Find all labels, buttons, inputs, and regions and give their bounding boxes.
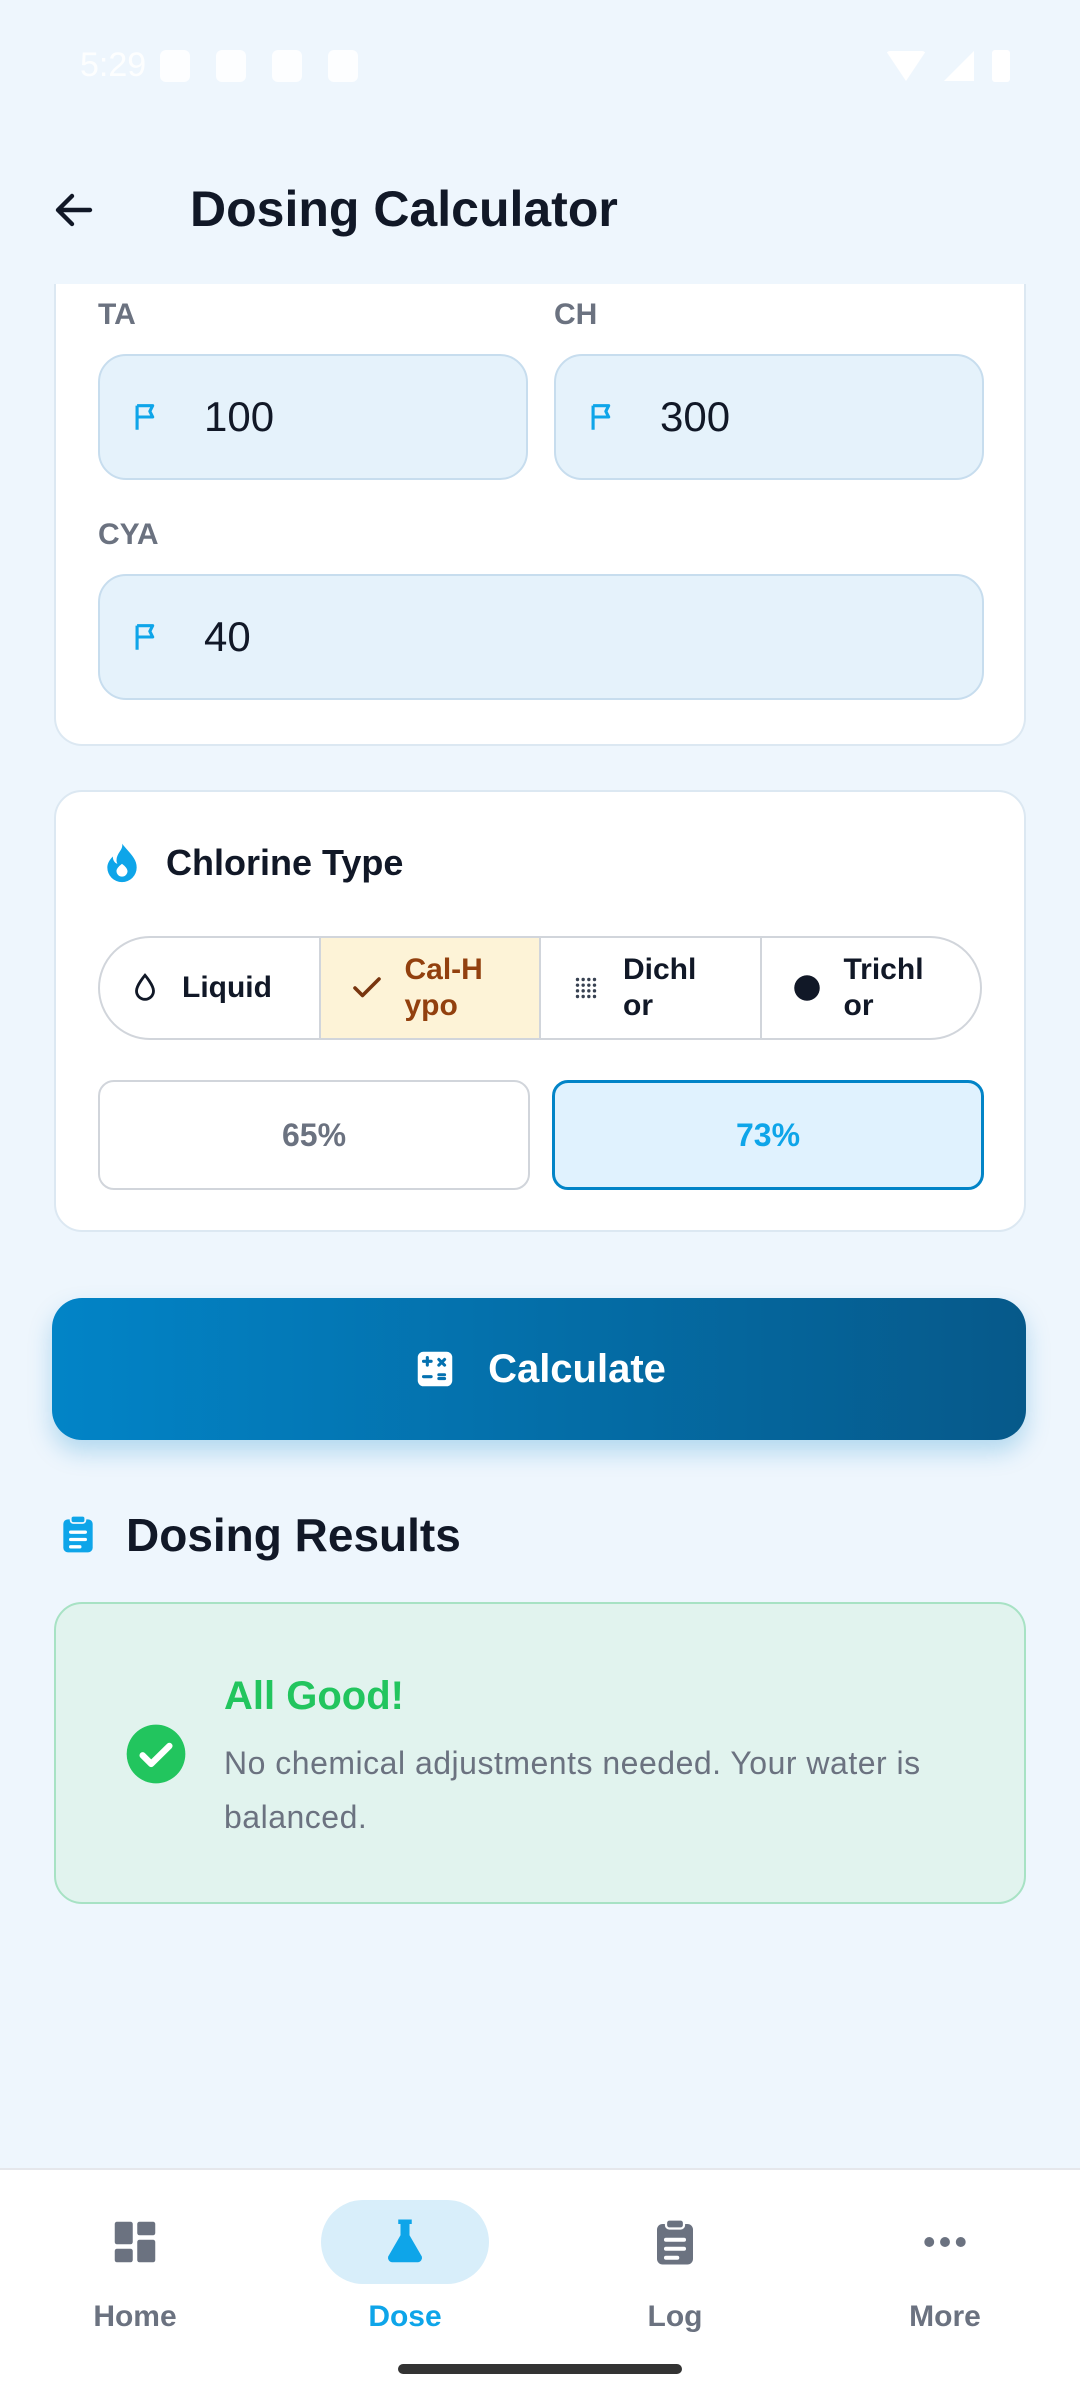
flask-icon: [387, 2219, 423, 2263]
clipboard-icon: [657, 2218, 693, 2265]
chlorine-option-label: Cal-Hypo: [404, 953, 483, 1022]
flag-icon: [130, 620, 170, 654]
chlorine-option-trichlor[interactable]: Trichlor: [762, 938, 981, 1038]
result-status-title: All Good!: [224, 1674, 404, 1718]
page-title: Dosing Calculator: [190, 181, 618, 237]
result-message: No chemical adjustments needed. Your wat…: [224, 1745, 921, 1835]
notification-icons: [160, 50, 358, 82]
strength-option-73[interactable]: 73%: [552, 1080, 984, 1190]
chlorine-type-selector: Liquid Cal-Hypo Dichlor Trichlor: [98, 936, 982, 1040]
dashboard-icon: [114, 2221, 156, 2263]
back-button[interactable]: [40, 176, 108, 244]
arrow-left-icon: [55, 193, 93, 227]
nav-item-log[interactable]: Log: [575, 2200, 775, 2350]
status-time: 5:29: [80, 46, 147, 84]
ch-input[interactable]: 300: [554, 354, 984, 480]
fire-icon: [100, 840, 144, 889]
status-bar: 5:29: [0, 0, 1080, 136]
dots-grid-icon: [575, 977, 597, 999]
calculate-button[interactable]: Calculate: [52, 1298, 1026, 1440]
more-dots-icon: [924, 2237, 966, 2247]
nav-item-more[interactable]: More: [845, 2200, 1045, 2350]
flag-icon: [130, 400, 170, 434]
ch-label: CH: [554, 298, 598, 331]
nav-label: Home: [93, 2300, 177, 2333]
cya-label: CYA: [98, 518, 159, 551]
system-icons: [886, 50, 1010, 82]
ta-label: TA: [98, 298, 136, 331]
check-circle-icon: [124, 1722, 188, 1791]
chlorine-option-liquid[interactable]: Liquid: [100, 938, 321, 1038]
chlorine-type-card: Chlorine Type Liquid Cal-Hypo Dichlor Tr: [54, 790, 1026, 1232]
result-card: All Good! No chemical adjustments needed…: [54, 1602, 1026, 1904]
nav-item-home[interactable]: Home: [35, 2200, 235, 2350]
home-indicator[interactable]: [398, 2364, 682, 2374]
calculate-label: Calculate: [488, 1346, 666, 1391]
drop-icon: [135, 973, 155, 1001]
app-header: Dosing Calculator: [0, 136, 1080, 284]
signal-icon: [944, 51, 974, 81]
battery-icon: [992, 50, 1010, 82]
calculator-icon: [417, 1351, 453, 1387]
chlorine-option-label: Dichlor: [623, 953, 697, 1022]
chlorine-option-label: Trichlor: [843, 953, 924, 1022]
results-title: Dosing Results: [126, 1509, 461, 1561]
play-protect-icon: [272, 50, 302, 82]
flag-icon: [586, 400, 626, 434]
nav-label: Log: [647, 2300, 703, 2333]
water-params-card: TA 100 CH 300 CYA 40: [54, 240, 1026, 746]
app-icon: [216, 50, 246, 82]
ta-value: 100: [204, 393, 275, 440]
sd-card-icon: [328, 50, 358, 82]
nav-label: More: [909, 2300, 981, 2333]
circle-icon: [793, 975, 820, 1001]
ch-value: 300: [660, 393, 731, 440]
chlorine-option-label: Liquid: [182, 971, 272, 1004]
chlorine-type-title: Chlorine Type: [166, 842, 404, 883]
chlorine-option-cal-hypo[interactable]: Cal-Hypo: [320, 938, 541, 1038]
strength-option-65[interactable]: 65%: [98, 1080, 530, 1190]
cya-value: 40: [204, 613, 251, 660]
nav-label: Dose: [368, 2300, 442, 2333]
clipboard-list-icon: [56, 1512, 100, 1561]
wifi-icon: [886, 51, 926, 81]
ta-input[interactable]: 100: [98, 354, 528, 480]
nav-item-dose[interactable]: Dose: [305, 2200, 505, 2350]
cya-input[interactable]: 40: [98, 574, 984, 700]
chlorine-option-dichlor[interactable]: Dichlor: [541, 938, 762, 1038]
shield-icon: [160, 50, 190, 82]
check-icon: [352, 977, 381, 998]
